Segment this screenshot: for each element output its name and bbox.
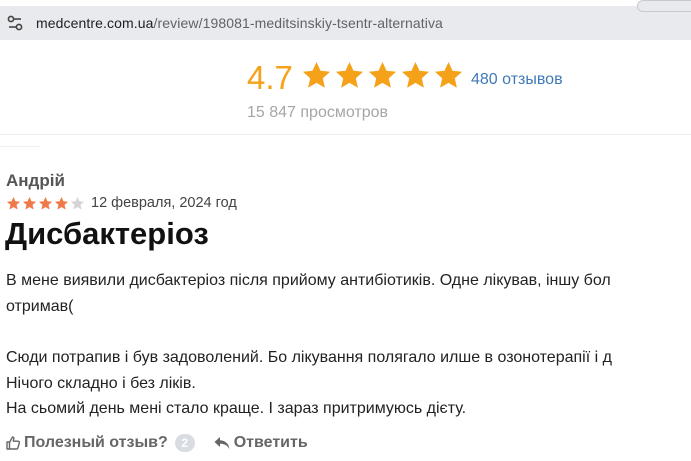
url-host: medcentre.com.ua — [36, 15, 154, 31]
helpful-label: Полезный отзыв? — [24, 434, 168, 451]
review-rating-stars — [6, 196, 85, 211]
divider — [0, 134, 691, 135]
review-line: отримав( — [6, 297, 74, 315]
review-line: Нічого складно і без ліків. — [6, 374, 196, 392]
star-icon — [70, 196, 85, 210]
address-bar[interactable]: medcentre.com.ua/review/198081-meditsins… — [0, 0, 691, 40]
reply-label: Ответить — [233, 434, 308, 451]
star-icon — [401, 61, 430, 88]
rating-value: 4.7 — [247, 59, 293, 96]
star-icon — [22, 196, 37, 210]
star-icon — [368, 61, 397, 88]
helpful-count-badge: 2 — [174, 434, 195, 452]
review-line: Сюди потрапив і був задоволений. Бо ліку… — [6, 349, 612, 366]
site-settings-icon[interactable] — [6, 14, 24, 32]
star-icon — [54, 196, 69, 210]
review-line: В мене виявили дисбактеріоз після прийом… — [6, 272, 611, 289]
url-text[interactable]: medcentre.com.ua/review/198081-meditsins… — [36, 15, 443, 31]
star-icon — [434, 61, 463, 88]
reply-button[interactable]: Ответить — [213, 434, 308, 452]
rating-stars — [301, 60, 464, 91]
review-line: На сьомий день мені стало краще. І зараз… — [6, 400, 467, 417]
star-icon — [302, 61, 331, 88]
star-icon — [38, 196, 53, 210]
review-title: Дисбактеріоз — [5, 216, 209, 251]
url-path: /review/198081-meditsinskiy-tsentr-alter… — [153, 15, 443, 31]
divider — [0, 146, 40, 147]
helpful-button[interactable]: Полезный отзыв? 2 — [5, 434, 195, 452]
review-date: 12 февраля, 2024 год — [91, 195, 237, 211]
star-icon — [6, 196, 21, 210]
toolbar-button[interactable] — [637, 0, 691, 12]
review-author[interactable]: Андрій — [6, 171, 65, 191]
thumbs-up-icon — [6, 436, 21, 450]
review-actions: Полезный отзыв? 2 Ответить — [5, 434, 308, 452]
reviews-count-link[interactable]: 480 отзывов — [471, 71, 563, 89]
review-body: В мене виявили дисбактеріоз після прийом… — [6, 268, 612, 422]
star-icon — [335, 61, 364, 88]
reply-arrow-icon — [214, 437, 230, 449]
views-count: 15 847 просмотров — [247, 104, 389, 121]
